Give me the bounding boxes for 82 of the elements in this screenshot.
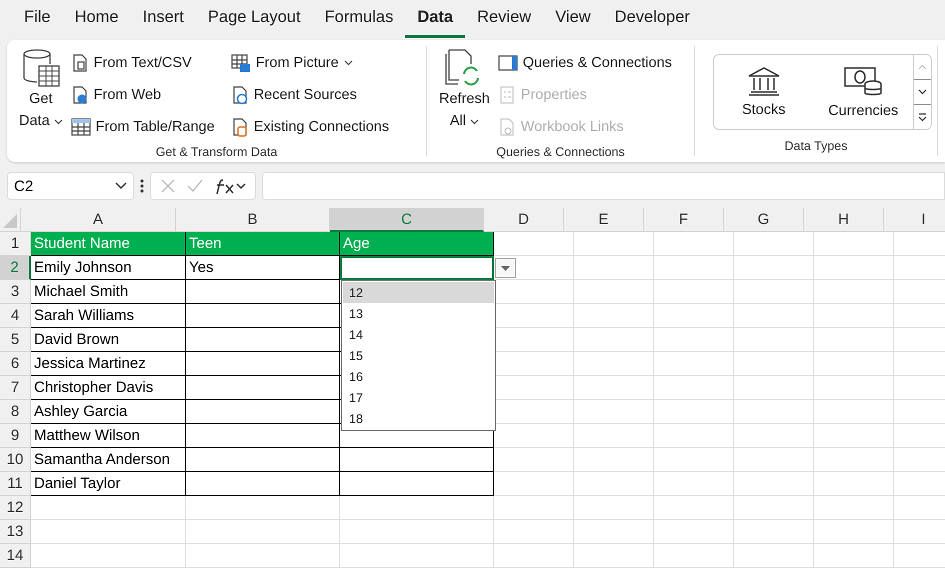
column-header[interactable]: A — [21, 208, 176, 232]
ribbon-command[interactable]: Existing Connections — [226, 112, 394, 142]
row-header[interactable]: 9 — [0, 424, 31, 448]
check-icon[interactable] — [186, 178, 204, 194]
caret-icon — [54, 119, 63, 125]
row-header[interactable]: 8 — [0, 400, 31, 424]
row-header[interactable]: 7 — [0, 376, 31, 400]
web-page-icon — [70, 85, 89, 105]
group-title: Data Types — [783, 138, 848, 155]
insert-function-icon[interactable] — [214, 177, 246, 195]
clock-document-icon — [230, 85, 249, 105]
linked-document-icon — [498, 117, 516, 137]
row-header[interactable]: 14 — [0, 544, 31, 568]
row-header[interactable]: 11 — [0, 472, 31, 496]
table-cell: Sarah Williams — [31, 304, 186, 328]
triangle-down-icon — [501, 266, 510, 270]
ribbon-command[interactable]: From Web — [66, 80, 219, 110]
table-cell: Yes — [186, 256, 340, 280]
table-cell: Samantha Anderson — [31, 448, 186, 472]
column-header[interactable]: E — [564, 208, 644, 232]
database-document-icon — [230, 117, 249, 137]
table-cell: Matthew Wilson — [31, 424, 186, 448]
data-type-option[interactable]: Stocks — [714, 55, 814, 129]
column-header[interactable]: G — [724, 208, 804, 232]
column-header[interactable]: H — [804, 208, 884, 232]
table-cell: Daniel Taylor — [31, 472, 186, 496]
table-cell: Ashley Garcia — [31, 400, 186, 424]
ribbon-command[interactable]: From Table/Range — [66, 112, 219, 142]
table-cell: Emily Johnson — [31, 256, 186, 280]
dropdown-button[interactable] — [495, 258, 516, 278]
row-header[interactable]: 10 — [0, 448, 31, 472]
table-cell: David Brown — [31, 328, 186, 352]
row-header[interactable]: 12 — [0, 496, 31, 520]
ribbon-command[interactable]: From Text/CSV — [66, 48, 219, 78]
menu-tab[interactable]: Formulas — [312, 0, 406, 38]
row-header[interactable]: 13 — [0, 520, 31, 544]
dropdown-option[interactable]: 12 — [343, 282, 494, 303]
properties-icon — [498, 85, 516, 105]
text-file-icon — [70, 53, 89, 73]
get-data-button[interactable]: Get Data — [15, 46, 67, 142]
table-cell: Student Name — [31, 232, 186, 256]
ribbon-command[interactable]: Queries & Connections — [494, 48, 676, 78]
menu-tab[interactable]: Home — [62, 0, 131, 38]
refresh-all-button[interactable]: Refresh All — [435, 46, 494, 142]
table-cell: Jessica Martinez — [31, 352, 186, 376]
table-cell: Christopher Davis — [31, 376, 186, 400]
ribbon-command[interactable]: Recent Sources — [226, 80, 394, 110]
menu-tab[interactable]: Page Layout — [196, 0, 313, 38]
menu-tab[interactable]: Insert — [130, 0, 196, 38]
column-header[interactable]: D — [484, 208, 564, 232]
menu-tab[interactable]: Review — [465, 0, 544, 38]
row-header[interactable]: 3 — [0, 280, 31, 304]
ribbon-command[interactable]: From Picture — [226, 48, 394, 78]
table-cell: Teen — [186, 232, 340, 256]
data-type-option[interactable]: Currencies — [814, 55, 913, 129]
menu-tab[interactable]: File — [12, 0, 63, 38]
table-icon — [70, 117, 91, 137]
menu-tab[interactable]: Developer — [602, 0, 702, 38]
name-box[interactable]: C2 — [7, 172, 134, 200]
column-header[interactable]: B — [176, 208, 330, 232]
column-header[interactable]: F — [644, 208, 724, 232]
menu-tab[interactable]: View — [543, 0, 603, 38]
bank-building-icon — [746, 66, 781, 96]
panel-icon — [498, 54, 518, 72]
group-title: Queries & Connections — [495, 144, 626, 161]
table-cell: Age — [340, 232, 494, 256]
currency-coins-icon — [843, 65, 884, 97]
database-table-icon — [20, 48, 61, 88]
table-cell: Michael Smith — [31, 280, 186, 304]
expand-gallery-icon[interactable] — [918, 112, 927, 122]
formula-input[interactable] — [262, 172, 945, 200]
row-header[interactable]: 4 — [0, 304, 31, 328]
group-title: Get & Transform Data — [154, 144, 278, 161]
chevron-down-icon[interactable] — [918, 89, 927, 95]
row-header[interactable]: 5 — [0, 328, 31, 352]
caret-icon — [470, 119, 479, 125]
more-options-icon[interactable] — [140, 179, 144, 193]
picture-table-icon — [230, 53, 251, 73]
row-header[interactable]: 1 — [0, 232, 31, 256]
chevron-down-icon — [115, 182, 127, 190]
caret-icon — [344, 60, 353, 66]
row-header[interactable]: 6 — [0, 352, 31, 376]
